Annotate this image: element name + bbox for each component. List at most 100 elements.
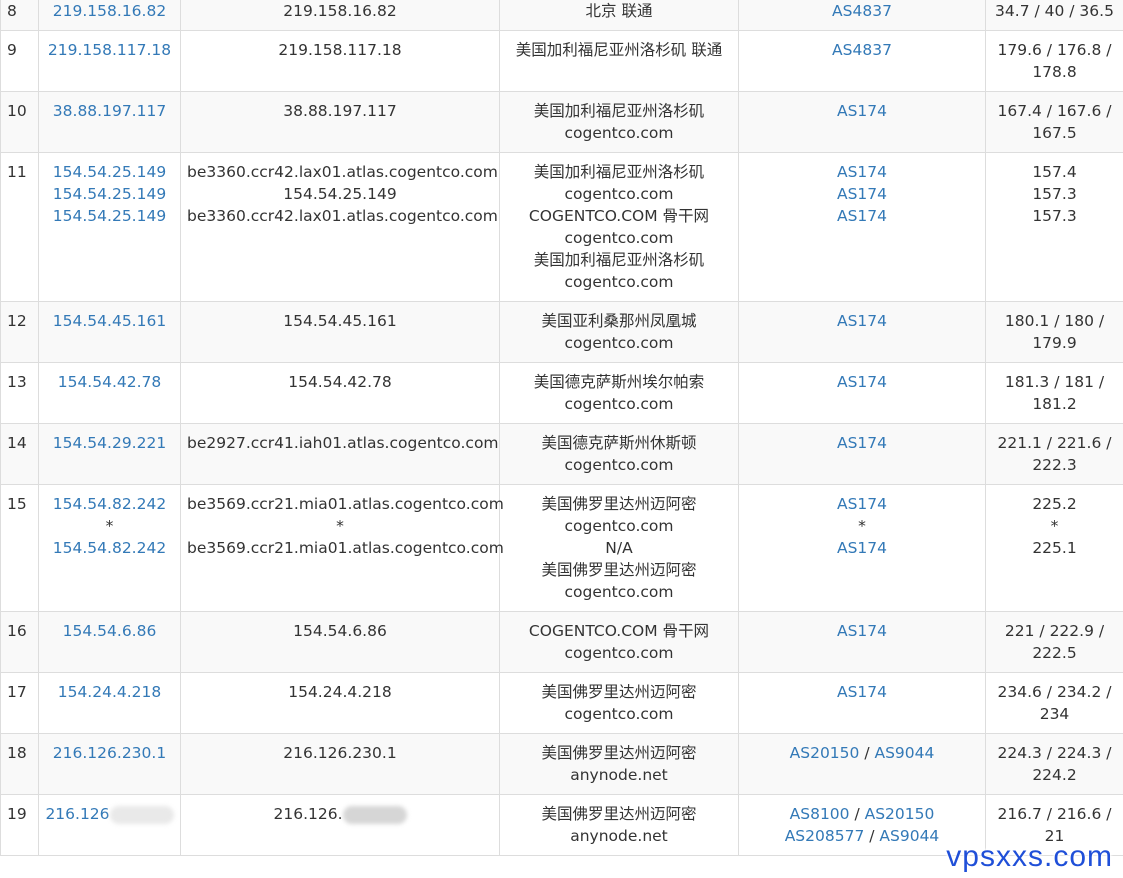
asn-cell: AS174 AS174 AS174 xyxy=(738,152,986,302)
asn-link[interactable]: AS174 xyxy=(837,312,887,330)
hostname-cell: 154.24.4.218 xyxy=(180,672,500,734)
location-text: 美国加利福尼亚州洛杉矶 xyxy=(533,163,705,181)
location-cell: 北京 联通 xyxy=(499,0,739,31)
hostname-text: be3569.ccr21.mia01.atlas.cogentco.com xyxy=(187,537,504,559)
hostname-cell: be3569.ccr21.mia01.atlas.cogentco.com * be… xyxy=(180,484,504,612)
hop-number: 15 xyxy=(0,484,39,612)
ip-link[interactable]: 154.54.82.242 xyxy=(45,537,174,559)
ip-text: 216.126.230.1 xyxy=(52,744,167,762)
hostname-cell: 216.126.230.1 xyxy=(180,733,500,795)
hop-number: 13 xyxy=(0,362,39,424)
traceroute-table-body: 8 219.158.16.82 219.158.16.82 北京 联通 AS4837 34… xyxy=(0,0,1123,856)
ip-text: 154.54.42.78 xyxy=(57,373,162,391)
hostname-text: 219.158.117.18 xyxy=(187,39,493,61)
location-cell: COGENTCO.COM 骨干网 cogentco.com xyxy=(499,611,739,673)
latency-cell: 221 / 222.9 / 222.5 xyxy=(985,611,1123,673)
location-text: cogentco.com xyxy=(564,517,674,535)
ip-link[interactable]: 154.54.29.221 xyxy=(45,432,174,454)
ip-link[interactable]: 219.158.117.18 xyxy=(45,39,174,61)
hostname-cell: 219.158.16.82 xyxy=(180,0,500,31)
hostname-value: 154.54.45.161 xyxy=(283,312,397,330)
location-text: 美国佛罗里达州迈阿密 xyxy=(541,561,697,579)
location-text: COGENTCO.COM 骨干网 xyxy=(528,207,710,225)
location-cell: 美国佛罗里达州迈阿密 anynode.net xyxy=(499,733,739,795)
hostname-text: 154.54.45.161 xyxy=(187,310,493,332)
timeout-marker: * xyxy=(858,517,866,535)
ip-link[interactable]: 154.54.6.86 xyxy=(45,620,174,642)
ip-link[interactable]: 216.126 xyxy=(45,803,174,825)
location-text: cogentco.com xyxy=(564,583,674,601)
hop-row: 13 154.54.42.78 154.54.42.78 美国德克萨斯州埃尔帕索 cog… xyxy=(0,362,1123,424)
asn-link[interactable]: AS20150 xyxy=(865,805,935,823)
hostname-value: 38.88.197.117 xyxy=(283,102,397,120)
latency-text: 181.2 xyxy=(1032,395,1077,413)
asn-link[interactable]: AS20150 xyxy=(790,744,860,762)
ip-text: 216.126 xyxy=(45,805,110,823)
location-text: 美国亚利桑那州凤凰城 xyxy=(541,312,697,330)
asn-link[interactable]: AS174 xyxy=(837,434,887,452)
ip-link[interactable]: 154.54.45.161 xyxy=(45,310,174,332)
ip-link[interactable]: 154.54.25.149 xyxy=(45,183,174,205)
ip-link[interactable]: 38.88.197.117 xyxy=(45,100,174,122)
location-text: 北京 联通 xyxy=(585,2,653,20)
latency-text: 216.7 / 216.6 / xyxy=(997,805,1112,823)
latency-cell: 224.3 / 224.3 / 224.2 xyxy=(985,733,1123,795)
hop-number: 8 xyxy=(0,0,39,31)
hostname-text: 216.126. xyxy=(187,803,493,825)
asn-link[interactable]: AS174 xyxy=(837,373,887,391)
latency-cell: 167.4 / 167.6 / 167.5 xyxy=(985,91,1123,153)
ip-link[interactable]: 154.24.4.218 xyxy=(45,681,174,703)
asn-link[interactable]: AS4837 xyxy=(832,41,892,59)
asn-link[interactable]: AS9044 xyxy=(874,744,934,762)
asn-line: AS174 xyxy=(745,620,979,642)
latency-text: * xyxy=(1050,517,1059,535)
location-cell: 美国佛罗里达州迈阿密 anynode.net xyxy=(499,794,739,856)
asn-cell: AS4837 xyxy=(738,0,986,31)
asn-line: AS8100 / AS20150 xyxy=(745,803,979,825)
ip-link[interactable]: 219.158.16.82 xyxy=(45,0,174,22)
hostname-cell: be2927.ccr41.iah01.atlas.cogentco.com xyxy=(180,423,500,485)
asn-link[interactable]: AS174 xyxy=(837,207,887,225)
latency-text: 221.1 / 221.6 / xyxy=(997,434,1112,452)
latency-cell: 180.1 / 180 / 179.9 xyxy=(985,301,1123,363)
ip-link[interactable]: 154.54.25.149 xyxy=(45,205,174,227)
ip-link[interactable]: 154.54.42.78 xyxy=(45,371,174,393)
asn-link[interactable]: AS8100 xyxy=(790,805,850,823)
ip-cell: 38.88.197.117 xyxy=(38,91,181,153)
location-text: cogentco.com xyxy=(564,644,674,662)
asn-link[interactable]: AS174 xyxy=(837,163,887,181)
hostname-text: * xyxy=(187,515,493,537)
ip-cell: 154.54.42.78 xyxy=(38,362,181,424)
asn-link[interactable]: AS174 xyxy=(837,622,887,640)
ip-cell: 154.54.45.161 xyxy=(38,301,181,363)
timeout-marker: * xyxy=(45,515,174,537)
hostname-text: 38.88.197.117 xyxy=(187,100,493,122)
latency-text: 167.5 xyxy=(1032,124,1077,142)
ip-link[interactable]: 154.54.25.149 xyxy=(45,161,174,183)
hostname-cell: 154.54.42.78 xyxy=(180,362,500,424)
ip-text: 154.54.6.86 xyxy=(62,622,157,640)
latency-text: 179.6 / 176.8 / xyxy=(997,41,1112,59)
location-text: cogentco.com xyxy=(564,273,674,291)
latency-text: 181.3 / 181 / xyxy=(1004,373,1105,391)
asn-line: AS174 xyxy=(745,100,979,122)
ip-link[interactable]: 154.54.82.242 xyxy=(45,493,174,515)
asn-cell: AS174 * AS174 xyxy=(738,484,986,612)
hop-number: 9 xyxy=(0,30,39,92)
asn-link[interactable]: AS174 xyxy=(837,495,887,513)
asn-link[interactable]: AS174 xyxy=(837,539,887,557)
latency-text: 178.8 xyxy=(1032,63,1077,81)
latency-text: 224.3 / 224.3 / xyxy=(997,744,1112,762)
hop-row: 16 154.54.6.86 154.54.6.86 COGENTCO.COM 骨干网… xyxy=(0,611,1123,673)
asn-link[interactable]: AS174 xyxy=(837,683,887,701)
hostname-cell: 38.88.197.117 xyxy=(180,91,500,153)
asn-link[interactable]: AS9044 xyxy=(879,827,939,845)
asn-link[interactable]: AS174 xyxy=(837,185,887,203)
hostname-value: 154.24.4.218 xyxy=(288,683,392,701)
ip-text: 154.54.25.149 xyxy=(52,185,167,203)
asn-link[interactable]: AS174 xyxy=(837,102,887,120)
asn-link[interactable]: AS4837 xyxy=(832,2,892,20)
latency-text: 225.2 xyxy=(1032,495,1077,513)
asn-link[interactable]: AS208577 xyxy=(785,827,865,845)
ip-link[interactable]: 216.126.230.1 xyxy=(45,742,174,764)
